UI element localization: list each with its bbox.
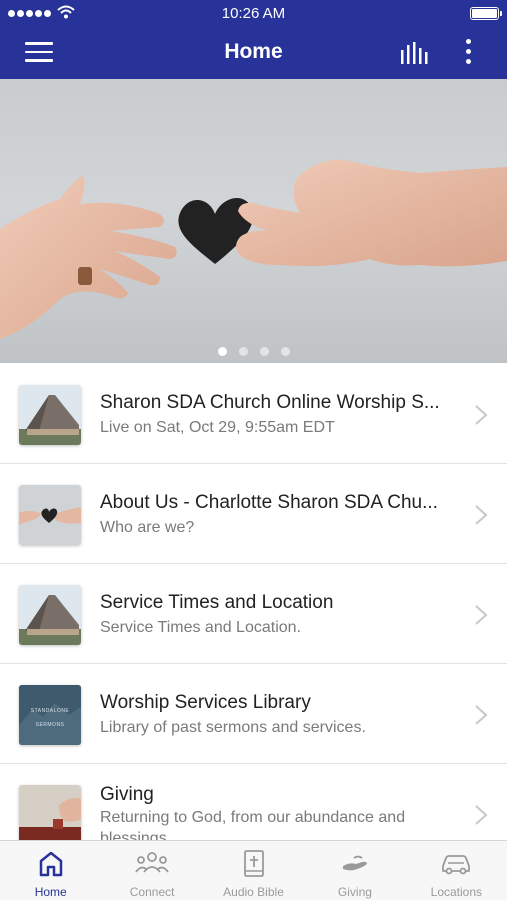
tab-giving[interactable]: Giving <box>304 841 405 900</box>
status-time: 10:26 AM <box>221 5 286 22</box>
carousel-dot[interactable] <box>280 347 290 356</box>
thumbnail-text: SERMONS <box>35 722 65 728</box>
item-title: Worship Services Library <box>100 692 311 713</box>
item-title: Service Times and Location <box>100 592 334 613</box>
carousel-dot[interactable] <box>238 347 248 356</box>
church-building-thumbnail <box>19 385 81 445</box>
item-title: Sharon SDA Church Online Worship S... <box>100 392 440 413</box>
tab-bar: Home Connect Audio Bible Giving Location… <box>0 840 507 900</box>
item-subtitle: Library of past sermons and services. <box>100 719 366 736</box>
chevron-right-icon <box>475 705 488 725</box>
giving-thumbnail <box>19 785 81 845</box>
list-item[interactable]: About Us - Charlotte Sharon SDA Chu... W… <box>0 464 507 564</box>
carousel-dot[interactable] <box>217 347 227 356</box>
giving-icon <box>342 855 367 871</box>
item-subtitle: Who are we? <box>100 519 195 536</box>
tab-locations[interactable]: Locations <box>406 841 507 900</box>
content-list: Sharon SDA Church Online Worship S... Li… <box>0 364 507 864</box>
tab-label: Giving <box>337 885 372 899</box>
hands-heart-thumbnail <box>19 485 81 545</box>
more-options-icon[interactable] <box>458 39 478 67</box>
carousel-indicator[interactable] <box>0 343 507 361</box>
item-title: About Us - Charlotte Sharon SDA Chu... <box>100 492 438 513</box>
tab-home[interactable]: Home <box>0 841 101 900</box>
item-title: Giving <box>100 784 154 805</box>
top-bar: 10:26 AM Home <box>0 0 507 79</box>
list-item[interactable]: STANDALONE SERMONS Worship Services Libr… <box>0 664 507 764</box>
church-building-thumbnail <box>19 585 81 645</box>
home-icon <box>39 851 62 877</box>
carousel-dot[interactable] <box>259 347 269 356</box>
tab-label: Locations <box>430 885 483 899</box>
chevron-right-icon <box>475 805 488 825</box>
battery-icon <box>470 7 502 20</box>
tab-label: Home <box>34 885 67 899</box>
audio-equalizer-icon[interactable] <box>400 42 430 64</box>
status-bar: 10:26 AM <box>0 0 507 28</box>
people-icon <box>135 852 169 873</box>
car-icon <box>442 855 471 875</box>
nav-bar: Home <box>0 28 507 79</box>
bible-icon <box>243 850 264 877</box>
chevron-right-icon <box>475 505 488 525</box>
item-subtitle: Live on Sat, Oct 29, 9:55am EDT <box>100 419 335 436</box>
sermons-thumbnail: STANDALONE SERMONS <box>19 685 81 745</box>
tab-connect[interactable]: Connect <box>101 841 202 900</box>
list-item[interactable]: Service Times and Location Service Times… <box>0 564 507 664</box>
item-subtitle: Service Times and Location. <box>100 619 301 636</box>
chevron-right-icon <box>475 605 488 625</box>
tab-label: Connect <box>129 885 175 899</box>
tab-label: Audio Bible <box>223 885 284 899</box>
list-item[interactable]: Sharon SDA Church Online Worship S... Li… <box>0 364 507 464</box>
hands-heart-image <box>0 159 507 339</box>
page-title: Home <box>224 40 283 63</box>
tab-audio-bible[interactable]: Audio Bible <box>203 841 304 900</box>
chevron-right-icon <box>475 405 488 425</box>
thumbnail-text: STANDALONE <box>30 708 70 714</box>
hero-carousel[interactable] <box>0 79 507 363</box>
